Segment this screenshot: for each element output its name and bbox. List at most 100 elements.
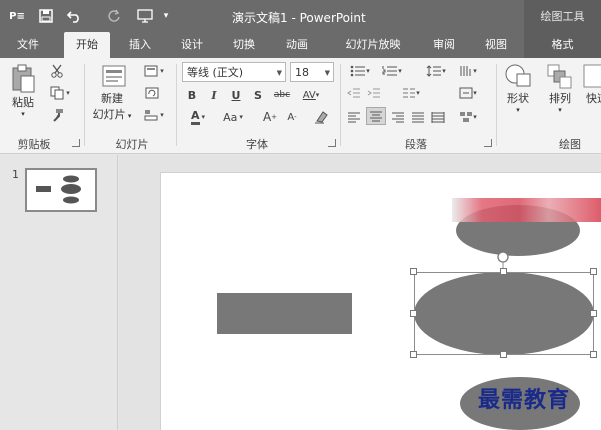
text-direction-button[interactable]: ▾ [454,62,482,80]
distributed-button[interactable] [430,108,446,126]
shapes-button[interactable]: 形状 ▾ [500,62,536,114]
chevron-down-icon: ▼ [324,69,330,77]
shapes-label: 形状 [507,92,529,105]
start-from-beginning-icon[interactable] [134,6,156,26]
new-slide-label: 新建 [101,92,123,105]
clipboard-launcher-icon[interactable] [72,139,80,147]
font-launcher-icon[interactable] [328,139,336,147]
tab-transitions[interactable]: 切换 [224,32,264,58]
powerpoint-app-icon: P≡ [9,10,25,22]
bullets-button[interactable]: ▾ [346,62,374,80]
redo-icon[interactable] [104,6,124,26]
selection-box [414,272,594,355]
clear-formatting-button[interactable] [312,108,330,126]
section-button[interactable]: ▾ [140,106,168,124]
decrease-indent-icon [347,88,360,98]
align-left-icon [348,112,360,123]
save-icon[interactable] [36,6,56,26]
ribbon-tabs: 文件 开始 插入 设计 切换 动画 幻灯片放映 审阅 视图 格式 [0,32,601,58]
arrange-button[interactable]: 排列 ▾ [542,62,578,114]
ribbon: 粘贴 ▾ ▾ 剪贴板 新建 幻灯片 ▾ ▾ ▾ 幻灯片 等线 (正文) ▼ 18… [0,58,601,154]
resize-handle-n[interactable] [500,268,507,275]
strikethrough-button[interactable]: abc [270,86,294,104]
new-slide-button[interactable]: 新建 幻灯片 ▾ [90,64,134,122]
slide-number: 1 [12,168,19,181]
resize-handle-w[interactable] [410,310,417,317]
layout-button[interactable]: ▾ [140,62,168,80]
decrease-indent-button[interactable] [346,84,362,102]
customize-toolbar-icon[interactable]: ▾ [160,6,172,26]
paste-button[interactable]: 粘贴 ▾ [6,64,40,118]
shrink-font-button[interactable]: A- [284,108,300,126]
slide-thumbnail[interactable] [25,168,97,212]
tab-animations[interactable]: 动画 [276,32,318,58]
line-spacing-button[interactable]: ▾ [422,62,450,80]
group-label-paragraph: 段落 [405,138,427,151]
reset-button[interactable] [140,84,164,102]
justify-icon [412,112,424,123]
align-right-button[interactable] [390,108,406,126]
chevron-down-icon: ▼ [276,69,282,77]
increase-indent-button[interactable] [366,84,382,102]
font-color-button[interactable]: A ▾ [184,108,212,126]
group-divider [84,64,85,146]
font-name-combo[interactable]: 等线 (正文) ▼ [182,62,286,82]
group-label-font: 字体 [246,138,268,151]
italic-button[interactable]: I [206,86,222,104]
thumbnail-preview [36,175,81,204]
cut-button[interactable] [44,62,70,80]
grow-font-button[interactable]: A + [262,108,278,126]
resize-handle-ne[interactable] [590,268,597,275]
tab-review[interactable]: 审阅 [424,32,464,58]
tab-format[interactable]: 格式 [524,32,601,58]
eraser-icon [315,111,328,124]
underline-button[interactable]: U [228,86,244,104]
align-text-button[interactable]: ▾ [454,84,482,102]
tab-file[interactable]: 文件 [8,32,48,58]
change-case-button[interactable]: Aa ▾ [218,108,248,126]
justify-button[interactable] [410,108,426,126]
increase-indent-icon [367,88,380,98]
quick-styles-button[interactable]: 快速 [582,62,601,106]
copy-button[interactable]: ▾ [44,84,76,102]
tab-design[interactable]: 设计 [172,32,212,58]
tab-insert[interactable]: 插入 [120,32,160,58]
bullet-list-icon [350,65,366,77]
scissors-icon [51,64,63,78]
paragraph-launcher-icon[interactable] [484,139,492,147]
rectangle-shape[interactable] [217,293,352,334]
font-size-combo[interactable]: 18 ▼ [290,62,334,82]
undo-icon[interactable] [64,6,84,26]
align-center-button[interactable] [366,107,386,125]
arrange-icon [547,64,572,89]
resize-handle-s[interactable] [500,351,507,358]
bold-button[interactable]: B [184,86,200,104]
format-painter-button[interactable] [44,106,70,124]
columns-button[interactable]: ▾ [398,84,424,102]
character-spacing-button[interactable]: AV ▾ [298,86,324,104]
distributed-icon [431,112,445,123]
group-divider [496,64,497,146]
quick-styles-label: 快速 [586,92,601,105]
resize-handle-sw[interactable] [410,351,417,358]
resize-handle-e[interactable] [590,310,597,317]
text-shadow-button[interactable]: S [250,86,266,104]
resize-handle-nw[interactable] [410,268,417,275]
resize-handle-se[interactable] [590,351,597,358]
copy-icon [50,86,64,100]
tab-view[interactable]: 视图 [476,32,516,58]
tab-home[interactable]: 开始 [64,32,110,58]
tab-slideshow[interactable]: 幻灯片放映 [334,32,412,58]
paste-dropdown-icon: ▾ [21,110,25,118]
group-label-drawing: 绘图 [559,138,581,151]
paste-icon [12,64,35,93]
section-icon [144,110,158,121]
numbered-list-icon [382,66,398,76]
smartart-button[interactable]: ▾ [454,108,482,126]
numbering-button[interactable]: ▾ [378,62,406,80]
align-left-button[interactable] [346,108,362,126]
brush-icon [53,109,63,122]
paste-label: 粘贴 [12,96,34,109]
title-bar: P≡ ▾ 演示文稿1 - PowerPoint 绘图工具 [0,0,601,32]
columns-icon [403,88,416,98]
